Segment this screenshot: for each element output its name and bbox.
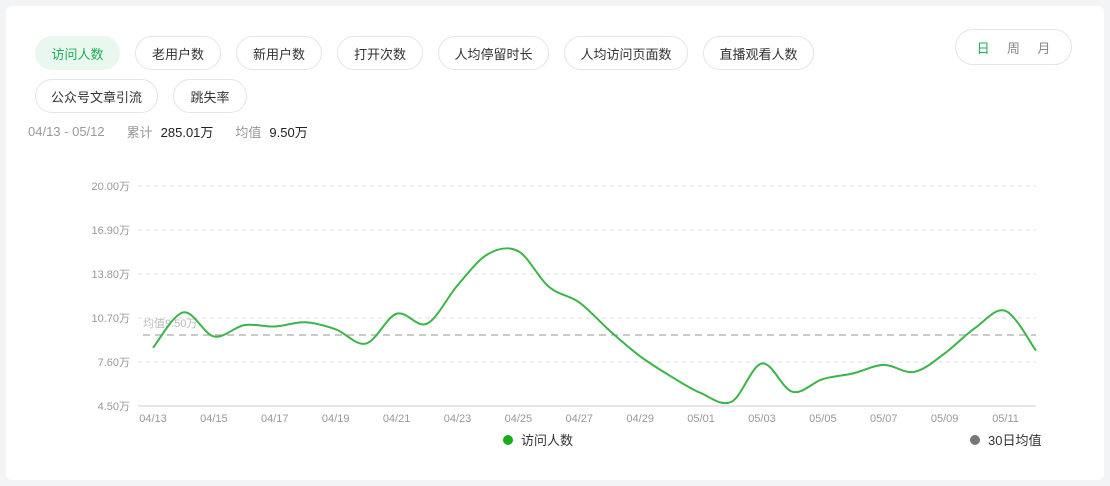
data-point — [455, 283, 459, 287]
data-point — [151, 346, 155, 350]
x-tick-label: 05/03 — [748, 413, 776, 425]
x-tick-label: 04/29 — [626, 413, 654, 425]
x-tick-label: 05/01 — [687, 413, 715, 425]
legend-average[interactable]: 30日均值 — [970, 430, 1041, 449]
data-point — [486, 252, 490, 256]
data-point — [547, 285, 551, 289]
legend-average-dot — [970, 434, 980, 445]
x-tick-label: 04/19 — [322, 413, 350, 425]
x-tick-label: 04/13 — [139, 413, 167, 425]
x-tick-label: 04/23 — [444, 413, 472, 425]
y-tick-label: 20.00万 — [91, 181, 130, 193]
x-tick-label: 05/09 — [931, 413, 959, 425]
data-point — [730, 400, 734, 404]
y-tick-label: 4.50万 — [98, 401, 130, 413]
data-point — [181, 310, 185, 314]
data-point — [242, 323, 246, 327]
legend-average-label: 30日均值 — [988, 433, 1042, 448]
x-tick-label: 04/17 — [261, 413, 289, 425]
y-tick-label: 13.80万 — [91, 269, 130, 281]
legend-series[interactable]: 访问人数 — [503, 430, 573, 449]
data-point — [273, 325, 277, 329]
y-tick-label: 16.90万 — [91, 225, 130, 237]
data-point — [608, 329, 612, 333]
data-point — [790, 390, 794, 394]
data-point — [425, 322, 429, 326]
data-point — [1034, 349, 1038, 353]
series-line-visitors — [152, 247, 1037, 405]
data-point — [212, 334, 216, 338]
data-point — [395, 312, 399, 316]
line-chart: 4.50万 7.60万 10.70万 13.80万 16.90万 20.00万 04/13 0… — [91, 181, 1038, 425]
x-tick-label: 05/07 — [870, 413, 898, 425]
data-point — [669, 374, 673, 378]
x-tick-label: 04/15 — [200, 413, 228, 425]
data-point — [912, 370, 916, 374]
data-point — [364, 342, 368, 346]
data-point — [760, 361, 764, 365]
data-point — [821, 377, 825, 381]
data-point — [851, 371, 855, 375]
x-tick-label: 04/25 — [505, 413, 533, 425]
y-tick-label: 10.70万 — [91, 313, 130, 325]
x-tick-label: 05/05 — [809, 413, 837, 425]
data-point — [973, 326, 977, 330]
x-tick-label: 04/27 — [566, 413, 594, 425]
legend-series-dot — [503, 434, 513, 445]
y-tick-label: 7.60万 — [98, 357, 130, 369]
data-point — [577, 300, 581, 304]
data-point — [516, 249, 520, 253]
data-point — [334, 327, 338, 331]
data-point — [1004, 309, 1008, 313]
legend-series-label: 访问人数 — [521, 433, 574, 448]
data-point — [882, 363, 886, 367]
data-point — [638, 354, 642, 358]
data-point — [943, 351, 947, 355]
data-point — [303, 320, 307, 324]
data-point — [699, 391, 703, 395]
x-tick-label: 05/11 — [992, 413, 1019, 425]
x-tick-label: 04/21 — [383, 413, 411, 425]
